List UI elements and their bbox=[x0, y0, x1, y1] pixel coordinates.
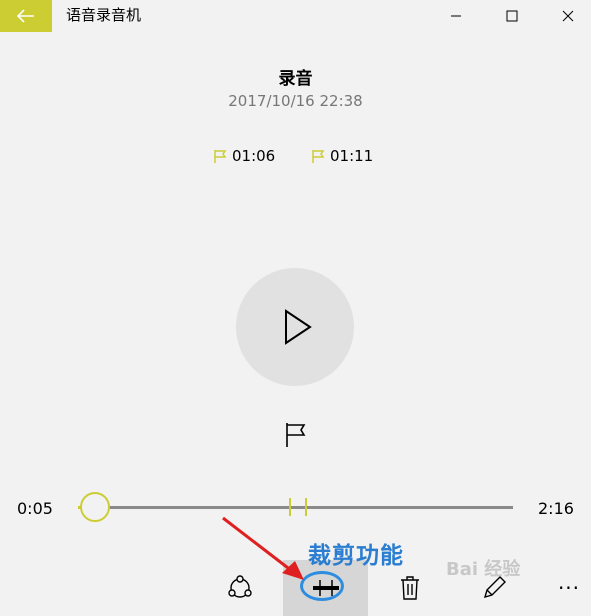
play-button[interactable] bbox=[236, 268, 354, 386]
maximize-icon bbox=[506, 10, 518, 22]
minimize-icon bbox=[451, 15, 461, 17]
add-marker-button[interactable] bbox=[280, 420, 310, 450]
recording-title[interactable]: 录音 bbox=[0, 64, 591, 89]
flag-icon bbox=[214, 149, 227, 163]
seek-bar[interactable] bbox=[78, 492, 513, 522]
seek-marker-tick bbox=[288, 498, 291, 516]
play-icon bbox=[285, 309, 312, 345]
total-time: 2:16 bbox=[538, 499, 574, 518]
app-title: 语音录音机 bbox=[66, 6, 142, 24]
marker-item[interactable]: 01:11 bbox=[311, 146, 373, 166]
title-bar: 语音录音机 bbox=[0, 0, 591, 32]
seek-thumb[interactable] bbox=[80, 492, 111, 522]
flag-icon bbox=[286, 423, 306, 447]
marker-time: 01:06 bbox=[232, 147, 276, 165]
close-icon bbox=[562, 10, 574, 22]
back-button[interactable] bbox=[0, 0, 52, 32]
current-time: 0:05 bbox=[17, 499, 53, 518]
close-button[interactable] bbox=[545, 0, 591, 32]
recording-datetime: 2017/10/16 22:38 bbox=[228, 92, 363, 110]
more-button[interactable]: ··· bbox=[552, 560, 586, 616]
watermark: Bai 经验 bbox=[446, 559, 521, 580]
seek-marker-tick bbox=[305, 498, 308, 516]
annotation-arrow-icon bbox=[222, 516, 304, 580]
maximize-button[interactable] bbox=[489, 0, 535, 32]
annotation-label: 裁剪功能 bbox=[308, 542, 404, 569]
marker-time: 01:11 bbox=[330, 147, 374, 165]
trash-icon bbox=[401, 576, 419, 600]
marker-item[interactable]: 01:06 bbox=[213, 146, 275, 166]
flag-icon bbox=[312, 149, 325, 163]
back-arrow-icon bbox=[17, 9, 34, 23]
minimize-button[interactable] bbox=[433, 0, 479, 32]
